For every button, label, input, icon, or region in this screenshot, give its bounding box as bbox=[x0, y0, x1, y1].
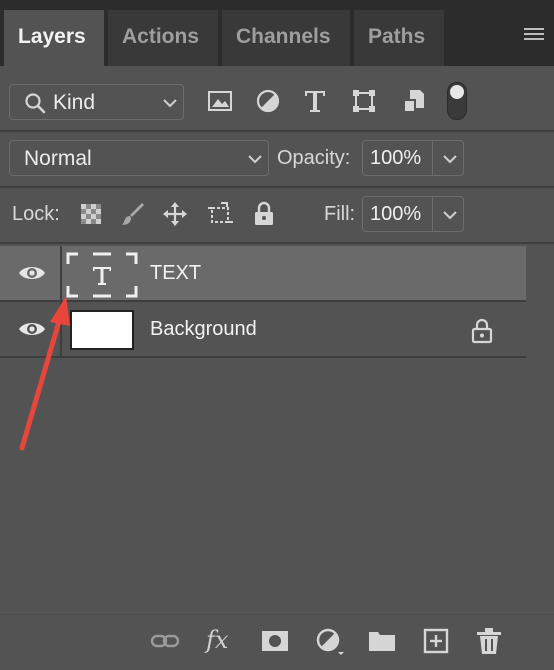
smart-object-filter-icon[interactable] bbox=[401, 88, 427, 114]
fill-label: Fill: bbox=[324, 203, 356, 225]
tab-layers[interactable]: Layers bbox=[4, 10, 106, 66]
toggle-knob bbox=[450, 85, 464, 99]
chevron-down-icon[interactable] bbox=[443, 154, 457, 164]
link-layers-icon[interactable] bbox=[150, 626, 180, 656]
shape-filter-icon[interactable] bbox=[351, 88, 377, 114]
divider bbox=[0, 130, 554, 132]
visibility-column bbox=[0, 246, 62, 300]
tab-paths[interactable]: Paths bbox=[354, 10, 446, 66]
eye-icon[interactable] bbox=[18, 263, 46, 283]
adjustment-filter-icon[interactable] bbox=[255, 88, 281, 114]
mask-icon[interactable] bbox=[260, 626, 290, 656]
blend-mode-select[interactable]: Normal bbox=[9, 140, 269, 176]
chevron-down-icon bbox=[248, 155, 262, 164]
opacity-field[interactable]: 100% bbox=[362, 140, 464, 176]
search-icon bbox=[25, 93, 46, 114]
blend-mode-label: Normal bbox=[24, 147, 92, 170]
lock-label: Lock: bbox=[12, 203, 60, 225]
type-filter-icon[interactable] bbox=[302, 88, 328, 114]
tab-actions[interactable]: Actions bbox=[108, 10, 220, 66]
eye-icon[interactable] bbox=[18, 319, 46, 339]
fill-field[interactable]: 100% bbox=[362, 196, 464, 232]
filter-kind-select[interactable]: Kind bbox=[9, 84, 184, 120]
panel-menu-icon[interactable] bbox=[524, 28, 544, 44]
fx-icon[interactable]: fx bbox=[206, 626, 228, 654]
layer-row-text[interactable]: TEXT bbox=[0, 246, 526, 302]
layers-list: TEXT Background bbox=[0, 244, 554, 614]
lock-position-icon[interactable] bbox=[162, 201, 188, 227]
layer-row-background[interactable]: Background bbox=[0, 302, 526, 358]
filter-kind-label: Kind bbox=[53, 91, 96, 114]
trash-icon[interactable] bbox=[474, 626, 504, 656]
folder-icon[interactable] bbox=[367, 626, 397, 656]
visibility-column bbox=[0, 302, 62, 356]
panel-tab-bar: Layers Actions Channels Paths bbox=[0, 0, 554, 66]
divider bbox=[0, 186, 554, 188]
text-layer-thumbnail-icon bbox=[66, 252, 138, 298]
lock-image-pixels-icon[interactable] bbox=[120, 201, 146, 227]
lock-all-icon[interactable] bbox=[251, 201, 277, 227]
layer-name[interactable]: Background bbox=[150, 318, 257, 341]
new-layer-icon[interactable] bbox=[421, 626, 451, 656]
lock-artboard-icon[interactable] bbox=[207, 201, 233, 227]
opacity-value[interactable]: 100% bbox=[370, 147, 421, 170]
adjustment-layer-icon[interactable] bbox=[314, 626, 344, 656]
fill-value[interactable]: 100% bbox=[370, 203, 421, 226]
layer-name[interactable]: TEXT bbox=[150, 262, 201, 285]
lock-icon[interactable] bbox=[470, 318, 494, 344]
chevron-down-icon[interactable] bbox=[443, 210, 457, 220]
tab-channels[interactable]: Channels bbox=[222, 10, 352, 66]
chevron-down-icon bbox=[163, 99, 177, 108]
filter-toggle[interactable] bbox=[447, 82, 467, 120]
image-filter-icon[interactable] bbox=[207, 88, 233, 114]
layer-thumbnail bbox=[70, 310, 134, 350]
lock-transparent-pixels-icon[interactable] bbox=[78, 201, 104, 227]
opacity-label: Opacity: bbox=[277, 147, 351, 169]
